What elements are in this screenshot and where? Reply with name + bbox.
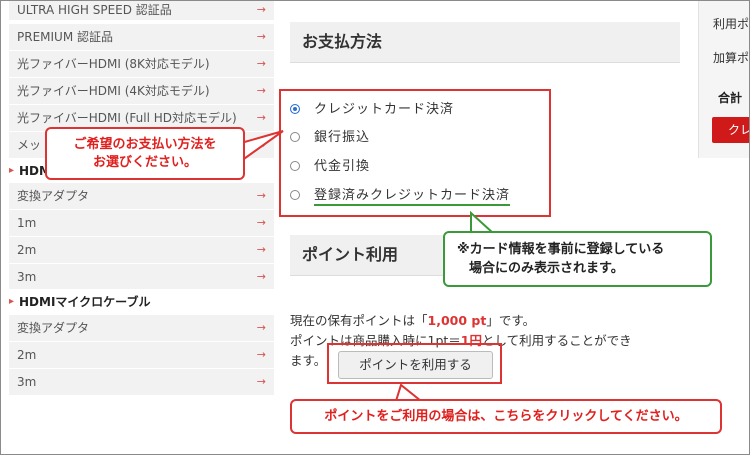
sidebar-item-fiber-4k[interactable]: 光ファイバーHDMI (4K対応モデル) → [9, 78, 274, 105]
use-points-button[interactable]: ポイントを利用する [338, 351, 493, 379]
arrow-right-icon: → [256, 84, 266, 97]
arrow-right-icon: → [256, 57, 266, 70]
divider [290, 62, 680, 63]
sidebar-item-label: 光ファイバーHDMI (8K対応モデル) [17, 57, 210, 71]
arrow-right-icon: → [256, 243, 266, 256]
arrow-right-icon: → [256, 270, 266, 283]
used-points-label: 利用ポ [713, 17, 750, 31]
sidebar-item-micro-3m[interactable]: 3m → [9, 369, 274, 396]
sidebar-item-label: 光ファイバーHDMI (Full HD対応モデル) [17, 111, 237, 125]
caret-right-icon: ▸ [9, 296, 15, 307]
registered-card-note: ※カード情報を事前に登録している 場合にのみ表示されます。 [443, 231, 712, 287]
points-balance-value: 1,000 pt [427, 313, 487, 328]
sidebar-item-micro-adapter[interactable]: 変換アダプタ → [9, 315, 274, 342]
caret-right-icon: ▸ [9, 165, 15, 176]
sidebar-item-label: 光ファイバーHDMI (4K対応モデル) [17, 84, 210, 98]
payment-options-highlight [279, 89, 551, 217]
sidebar-item-label: PREMIUM 認証品 [17, 30, 114, 44]
arrow-right-icon: → [256, 189, 266, 202]
sidebar-item-label: 変換アダプタ [17, 321, 90, 335]
arrow-right-icon: → [256, 111, 266, 124]
sidebar-item-label: 2m [17, 243, 37, 257]
sidebar-item-label: 3m [17, 270, 37, 284]
sidebar-item-label: 2m [17, 348, 37, 362]
sidebar-item-fiber-8k[interactable]: 光ファイバーHDMI (8K対応モデル) → [9, 51, 274, 78]
sidebar-item-label: 1m [17, 216, 37, 230]
arrow-right-icon: → [256, 375, 266, 388]
arrow-right-icon: → [256, 30, 266, 43]
checkout-button[interactable]: クレ [712, 117, 749, 143]
sidebar-item-label: ULTRA HIGH SPEED 認証品 [17, 3, 172, 17]
sidebar-item-label: 変換アダプタ [17, 189, 90, 203]
arrow-right-icon: → [256, 216, 266, 229]
sidebar-item-3m[interactable]: 3m → [9, 264, 274, 291]
sidebar-item-1m[interactable]: 1m → [9, 210, 274, 237]
payment-section-title: お支払方法 [290, 22, 680, 62]
sidebar-item-micro-2m[interactable]: 2m → [9, 342, 274, 369]
sidebar-item-2m[interactable]: 2m → [9, 237, 274, 264]
sidebar-item-label: メッ [17, 138, 42, 152]
sidebar-heading-hdmi-micro[interactable]: ▸ HDMIマイクロケーブル [9, 289, 274, 315]
payment-hint-callout: ご希望のお支払い方法を お選びください。 [45, 127, 245, 180]
arrow-right-icon: → [256, 138, 266, 151]
arrow-right-icon: → [256, 321, 266, 334]
points-hint-callout: ポイントをご利用の場合は、こちらをクリックしてください。 [290, 399, 722, 434]
total-label: 合計 [718, 91, 743, 105]
screenshot-frame: ULTRA HIGH SPEED 認証品 → PREMIUM 認証品 → 光ファイバ… [0, 0, 750, 455]
sidebar-item-premium[interactable]: PREMIUM 認証品 → [9, 24, 274, 51]
sidebar-item-ultra-high-speed[interactable]: ULTRA HIGH SPEED 認証品 → [9, 1, 274, 21]
earned-points-label: 加算ポ [713, 51, 750, 65]
points-balance-line: 現在の保有ポイントは「1,000 pt」です。 [290, 313, 536, 328]
sidebar-item-adapter[interactable]: 変換アダプタ → [9, 183, 274, 210]
arrow-right-icon: → [256, 3, 266, 16]
arrow-right-icon: → [256, 348, 266, 361]
sidebar-item-label: 3m [17, 375, 37, 389]
sidebar-heading-label: HDMIマイクロケーブル [19, 295, 151, 309]
